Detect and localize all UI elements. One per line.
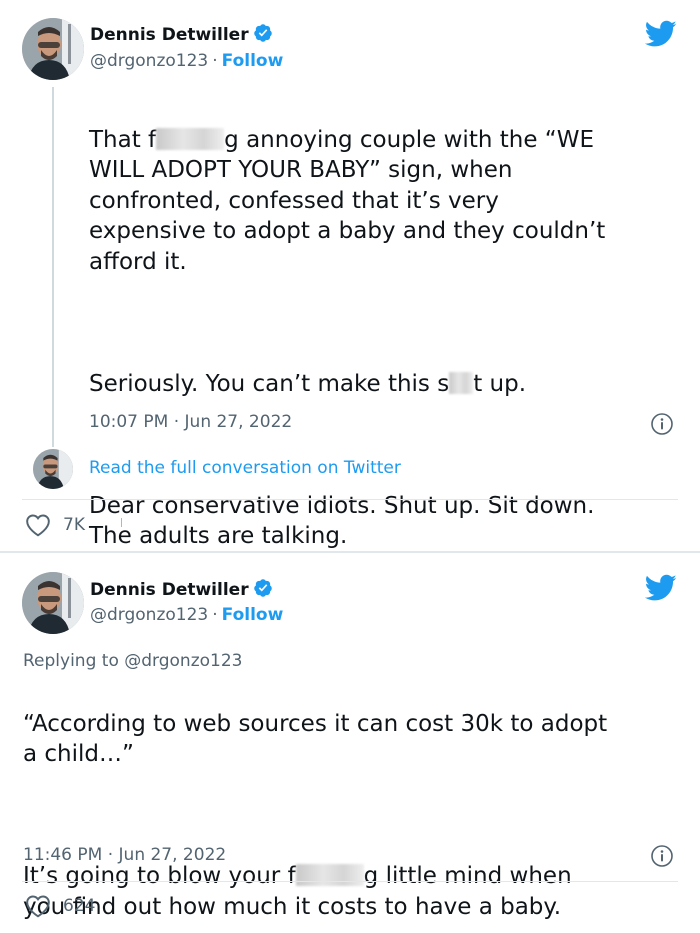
verified-badge-icon <box>253 24 272 42</box>
divider <box>22 881 678 882</box>
author-name[interactable]: Dennis Detwiller <box>90 578 273 600</box>
censored-word <box>449 371 474 394</box>
handle-line: @drgonzo123 · Follow <box>90 605 283 625</box>
small-avatar[interactable] <box>33 449 73 489</box>
like-button[interactable]: 624 <box>25 894 95 918</box>
handle-line: @drgonzo123 · Follow <box>90 51 283 71</box>
follow-button[interactable]: Follow <box>222 605 284 625</box>
timestamp[interactable]: 11:46 PM · Jun 27, 2022 <box>23 845 226 865</box>
tweet-paragraph-2: Seriously. You can’t make this s t up. <box>89 369 679 400</box>
text-fragment: Seriously. You can’t make this s <box>89 370 450 397</box>
follow-button[interactable]: Follow <box>222 51 284 71</box>
text-fragment: g annoying couple with the “WE <box>224 126 594 153</box>
like-button[interactable]: 7K <box>25 513 85 537</box>
handle[interactable]: @drgonzo123 <box>90 605 208 625</box>
censored-word <box>295 864 364 886</box>
avatar-image <box>33 449 73 489</box>
read-full-conversation-link[interactable]: Read the full conversation on Twitter <box>89 458 401 478</box>
text-fragment: That f <box>89 126 157 153</box>
tweet-paragraph-1: That f g annoying couple with the “WE WILL… <box>89 125 679 278</box>
tweet-body: That f g annoying couple with the “WE WILL… <box>89 94 679 582</box>
replying-to[interactable]: Replying to @drgonzo123 <box>23 651 242 671</box>
author-name-text: Dennis Detwiller <box>90 25 249 45</box>
like-count: 7K <box>63 515 85 535</box>
author-name-text: Dennis Detwiller <box>90 580 249 600</box>
tweet-paragraph-1: “According to web sources it can cost 30… <box>23 710 608 768</box>
tweet-card-2: Dennis Detwiller @drgonzo123 · Follow Repl… <box>0 552 700 933</box>
separator: · <box>212 605 218 625</box>
censored-word <box>156 127 225 150</box>
text-fragment: It’s going to blow your f <box>23 863 296 889</box>
divider-tick <box>121 518 122 527</box>
handle[interactable]: @drgonzo123 <box>90 51 208 71</box>
verified-badge-icon <box>253 579 272 597</box>
text-fragment: g little mind when <box>363 863 572 889</box>
heart-icon <box>26 514 50 537</box>
avatar-image <box>22 572 84 634</box>
info-icon[interactable] <box>650 844 674 868</box>
text-fragment: t up. <box>473 370 527 397</box>
separator: · <box>212 51 218 71</box>
avatar-image <box>22 18 84 80</box>
tweet-body: “According to web sources it can cost 30… <box>23 678 683 933</box>
twitter-bird-icon[interactable] <box>645 20 677 48</box>
timestamp[interactable]: 10:07 PM · Jun 27, 2022 <box>89 412 292 432</box>
twitter-bird-icon[interactable] <box>645 574 677 602</box>
author-name[interactable]: Dennis Detwiller <box>90 23 273 45</box>
text-fragment: WILL ADOPT YOUR BABY” sign, when confron… <box>89 157 606 275</box>
avatar[interactable] <box>22 572 84 634</box>
thread-line <box>52 87 54 447</box>
like-count: 624 <box>63 896 96 916</box>
info-icon[interactable] <box>650 412 674 436</box>
text-fragment: you find out how much it costs to have a… <box>23 893 562 920</box>
avatar[interactable] <box>22 18 84 80</box>
tweet-card-1: Dennis Detwiller @drgonzo123 · Follow That… <box>0 0 700 552</box>
tweet-paragraph-2: It’s going to blow your f g little mind w… <box>23 861 683 922</box>
heart-icon <box>26 895 50 918</box>
divider <box>22 499 678 500</box>
